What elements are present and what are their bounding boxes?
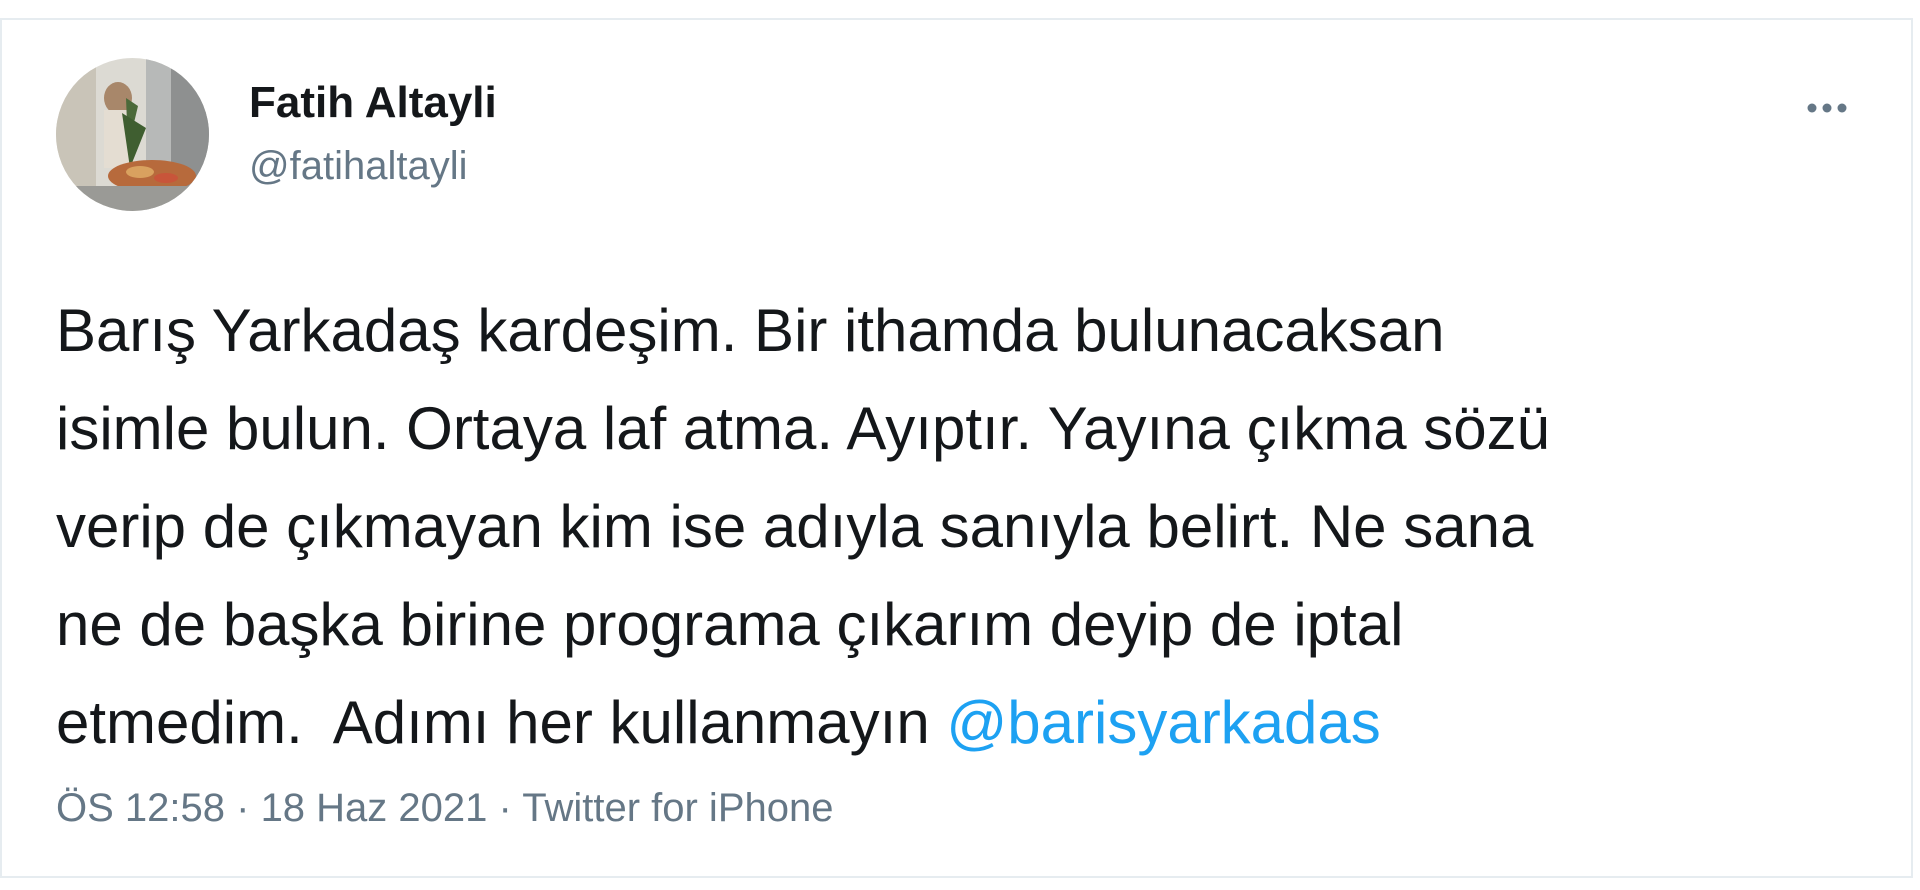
tweet-time[interactable]: ÖS 12:58 bbox=[56, 786, 225, 830]
tweet-card: Fatih Altayli @fatihaltayli Barış Yarkad… bbox=[0, 18, 1913, 878]
tweet-line: verip de çıkmayan kim ise adıyla sanıyla… bbox=[56, 493, 1534, 560]
tweet-line-last: etmedim. Adımı her kullanmayın @barisyar… bbox=[56, 674, 1876, 772]
meta-separator: · bbox=[225, 786, 261, 830]
tweet-text: Barış Yarkadaş kardeşim. Bir ithamda bul… bbox=[56, 282, 1876, 772]
profile-photo-icon bbox=[56, 58, 209, 211]
author-name[interactable]: Fatih Altayli bbox=[249, 78, 497, 128]
tweet-line: ne de başka birine programa çıkarım deyi… bbox=[56, 591, 1404, 658]
tweet-meta: ÖS 12:58 · 18 Haz 2021 · Twitter for iPh… bbox=[56, 786, 833, 831]
tweet-line-text: etmedim. Adımı her kullanmayın bbox=[56, 689, 947, 756]
author-handle[interactable]: @fatihaltayli bbox=[249, 144, 467, 189]
divider bbox=[2, 876, 1911, 878]
tweet-date[interactable]: 18 Haz 2021 bbox=[261, 786, 488, 830]
meta-separator: · bbox=[487, 786, 523, 830]
author-avatar[interactable] bbox=[56, 58, 209, 211]
tweet-source[interactable]: Twitter for iPhone bbox=[522, 786, 833, 830]
tweet-line: isimle bulun. Ortaya laf atma. Ayıptır. … bbox=[56, 395, 1551, 462]
mention-link[interactable]: @barisyarkadas bbox=[946, 689, 1380, 756]
more-options-button[interactable] bbox=[1802, 88, 1858, 128]
more-horizontal-icon bbox=[1807, 103, 1847, 113]
tweet-line: Barış Yarkadaş kardeşim. Bir ithamda bul… bbox=[56, 297, 1445, 364]
